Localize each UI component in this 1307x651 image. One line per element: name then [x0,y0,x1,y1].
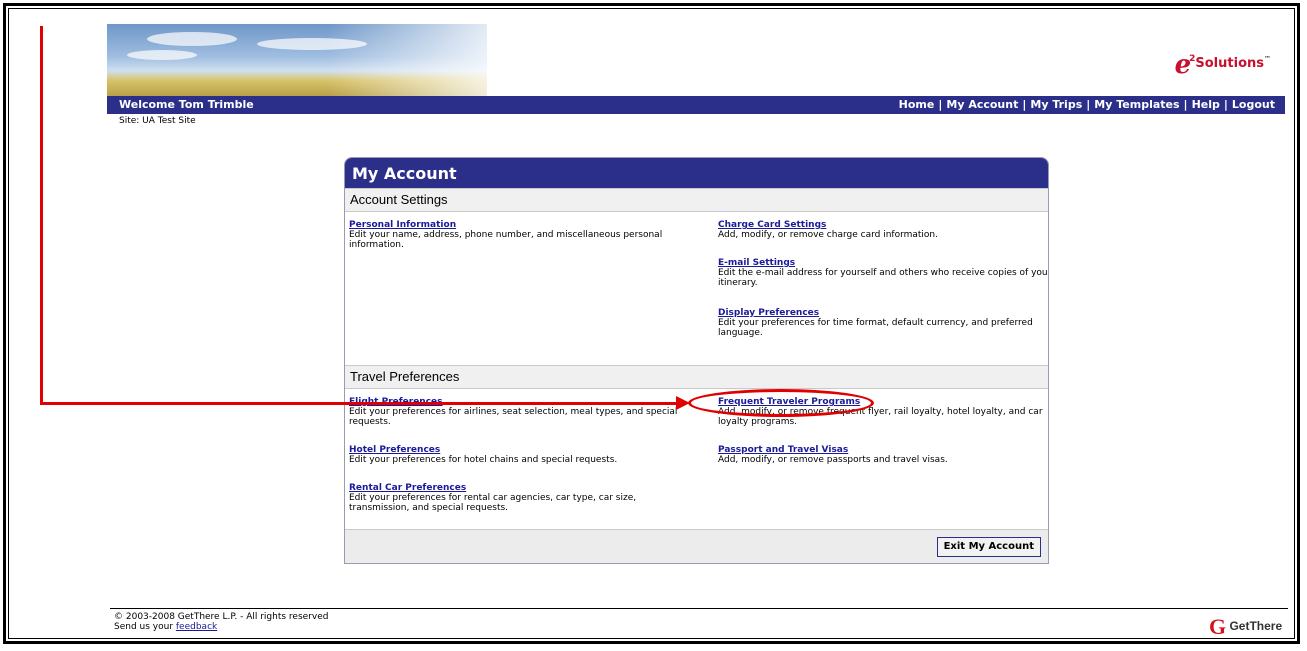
e2-solutions-logo: e2Solutions™ [1174,50,1271,80]
panel-title: My Account [345,158,1048,188]
nav-home[interactable]: Home [899,98,935,111]
annotation-horizontal-line [40,402,680,405]
nav-my-account[interactable]: My Account [946,98,1018,111]
hotel-preferences-desc: Edit your preferences for hotel chains a… [349,455,618,465]
top-navbar: Welcome Tom Trimble Home | My Account | My T… [107,96,1285,114]
footer-copyright: © 2003-2008 GetThere L.P. - All rights r… [114,612,328,632]
charge-card-desc: Add, modify, or remove charge card infor… [718,230,938,240]
hotel-preferences-link[interactable]: Hotel Preferences [349,445,694,455]
nav-my-templates[interactable]: My Templates [1094,98,1179,111]
display-preferences-desc: Edit your preferences for time format, d… [718,318,1033,338]
hotel-preferences-item: Hotel Preferences Edit your preferences … [349,445,694,465]
feedback-line: Send us your feedback [114,622,218,632]
email-settings-item: E-mail Settings Edit the e-mail address … [718,258,1049,288]
charge-card-item: Charge Card Settings Add, modify, or rem… [718,220,1048,240]
app-window: e2Solutions™ Welcome Tom Trimble Home | My… [107,24,1285,638]
footer-divider [110,608,1288,609]
charge-card-settings-link[interactable]: Charge Card Settings [718,220,1048,230]
email-settings-desc: Edit the e-mail address for yourself and… [718,268,1049,288]
banner-fade [327,24,527,96]
annotation-vertical-line [40,26,43,405]
rental-car-preferences-link[interactable]: Rental Car Preferences [349,483,694,493]
passport-travel-visas-link[interactable]: Passport and Travel Visas [718,445,1048,455]
my-account-panel: My Account Account Settings Personal Inf… [344,157,1049,564]
account-settings-items: Personal Information Edit your name, add… [345,212,1048,365]
nav-my-trips[interactable]: My Trips [1030,98,1082,111]
display-preferences-item: Display Preferences Edit your preference… [718,308,1048,338]
personal-information-desc: Edit your name, address, phone number, a… [349,230,663,250]
passport-visas-desc: Add, modify, or remove passports and tra… [718,455,948,465]
personal-information-item: Personal Information Edit your name, add… [349,220,694,250]
display-preferences-link[interactable]: Display Preferences [718,308,1048,318]
flight-preferences-desc: Edit your preferences for airlines, seat… [349,407,678,427]
rental-car-desc: Edit your preferences for rental car age… [349,493,637,513]
rental-car-item: Rental Car Preferences Edit your prefere… [349,483,694,513]
nav-links: Home | My Account | My Trips | My Templates | He… [898,98,1275,111]
email-settings-link[interactable]: E-mail Settings [718,258,1048,268]
banner: e2Solutions™ [107,24,1285,96]
panel-footer: Exit My Account [345,529,1048,563]
annotation-highlight-ellipse [688,389,874,417]
getthere-logo: G GetThere [1209,614,1283,639]
account-settings-title: Account Settings [345,188,1048,212]
site-label: Site: UA Test Site [119,116,196,126]
exit-my-account-button[interactable]: Exit My Account [936,537,1041,557]
personal-information-link[interactable]: Personal Information [349,220,694,230]
welcome-text: Welcome Tom Trimble [119,98,254,111]
nav-logout[interactable]: Logout [1232,98,1275,111]
feedback-link[interactable]: feedback [176,622,217,632]
passport-visas-item: Passport and Travel Visas Add, modify, o… [718,445,1048,465]
nav-help[interactable]: Help [1192,98,1220,111]
travel-preferences-title: Travel Preferences [345,365,1048,389]
copyright-text: © 2003-2008 GetThere L.P. - All rights r… [114,612,329,622]
getthere-g-icon: G [1209,614,1227,639]
travel-preferences-items: Flight Preferences Edit your preferences… [345,389,1048,539]
